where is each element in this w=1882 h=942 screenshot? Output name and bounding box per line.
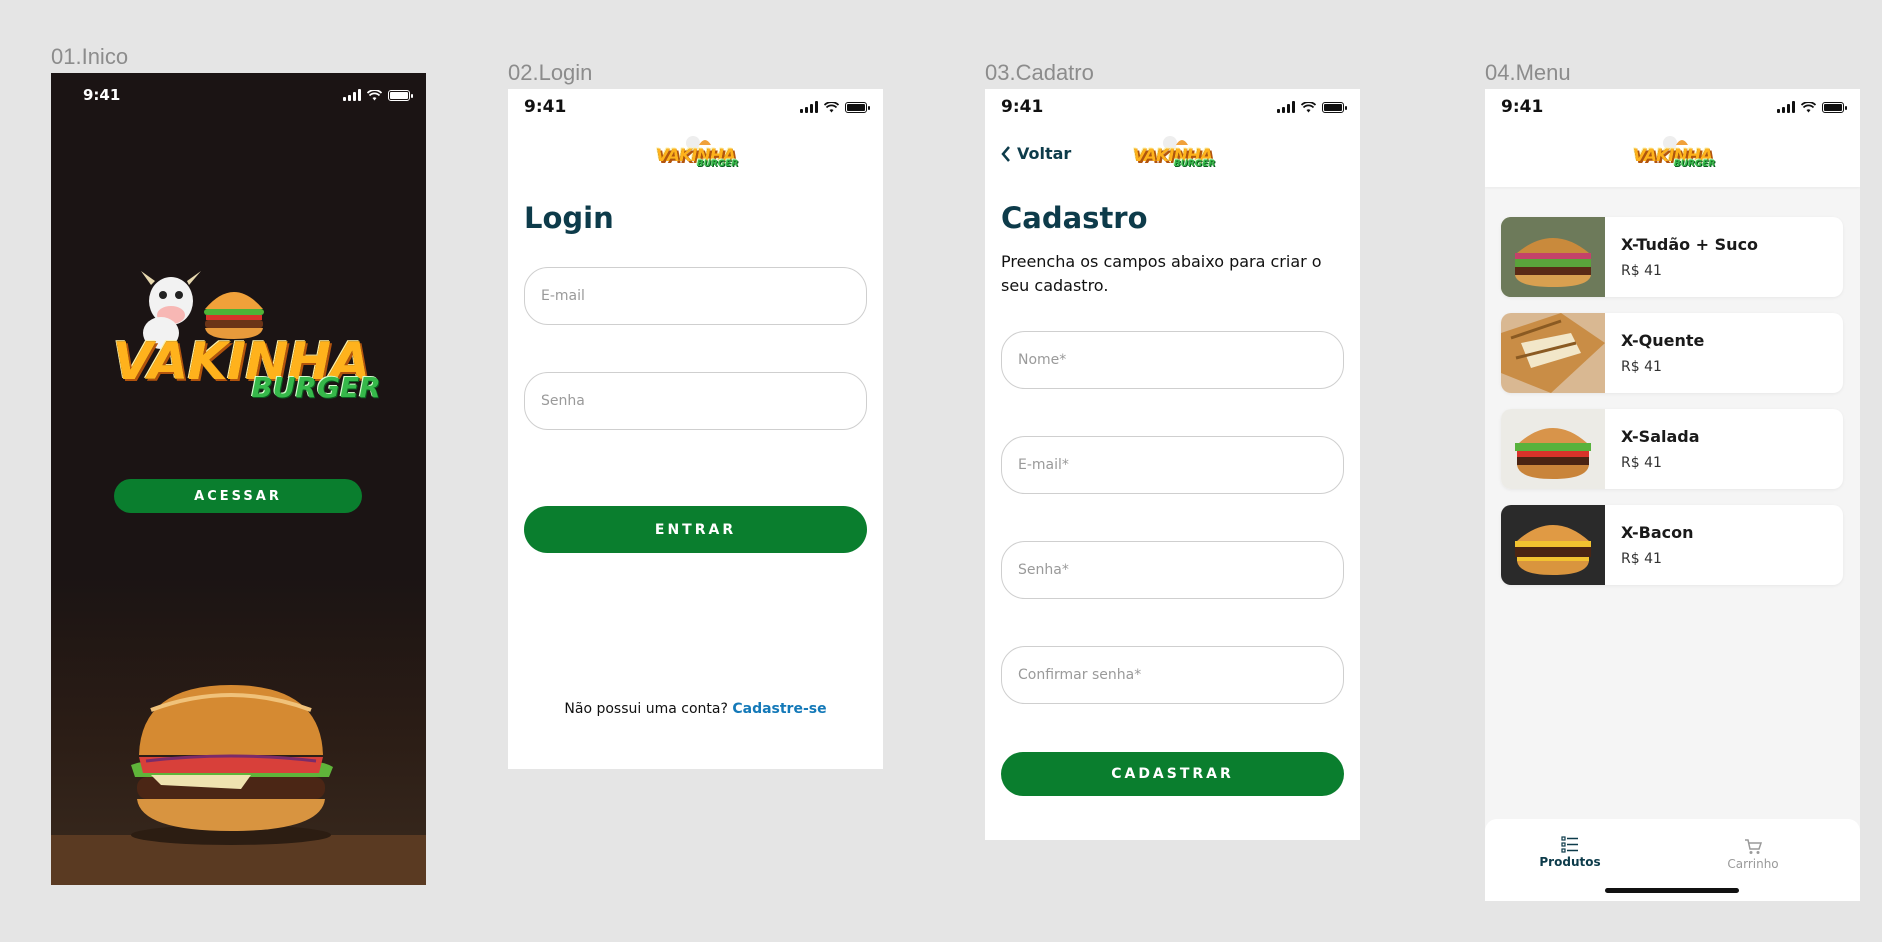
- chevron-left-icon: [1001, 145, 1010, 162]
- wifi-icon: [367, 89, 382, 100]
- register-screen: 9:41 Voltar VAKINHA BURGER Cadastro Pree…: [985, 89, 1360, 840]
- product-card[interactable]: X-Quente R$ 41: [1501, 313, 1843, 393]
- frame-label-login: 02.Login: [508, 60, 593, 85]
- email-field[interactable]: E-mail: [524, 267, 867, 325]
- splash-screen: 9:41 VAKINHA BURGER ACESSAR: [51, 73, 426, 885]
- cart-icon: [1745, 839, 1762, 854]
- signal-icon: [343, 89, 361, 101]
- status-time: 9:41: [524, 97, 567, 117]
- status-time: 9:41: [1001, 97, 1044, 117]
- brand-word-burger: BURGER: [251, 371, 381, 404]
- product-price: R$ 41: [1621, 455, 1662, 471]
- product-name: X-Tudão + Suco: [1621, 235, 1759, 254]
- product-card[interactable]: X-Bacon R$ 41: [1501, 505, 1843, 585]
- header-logo: VAKINHA BURGER: [1125, 133, 1220, 169]
- status-icons: [800, 101, 870, 113]
- login-button[interactable]: ENTRAR: [524, 506, 867, 553]
- tab-label: Produtos: [1539, 855, 1601, 869]
- wifi-icon: [1301, 101, 1316, 112]
- signal-icon: [1277, 101, 1295, 113]
- signal-icon: [1777, 101, 1795, 113]
- email-field[interactable]: E-mail*: [1001, 436, 1344, 494]
- signup-prompt: Não possui uma conta? Cadastre-se: [508, 701, 883, 717]
- status-icons: [1277, 101, 1347, 113]
- hero-burger-image: [51, 685, 426, 885]
- product-image: [1501, 217, 1605, 297]
- login-screen: 9:41 VAKINHA BURGER Login E-mail Senha E…: [508, 89, 883, 769]
- wifi-icon: [824, 101, 839, 112]
- list-icon: [1561, 836, 1578, 853]
- product-price: R$ 41: [1621, 359, 1662, 375]
- product-name: X-Bacon: [1621, 523, 1694, 542]
- battery-icon: [845, 101, 870, 113]
- page-title: Login: [524, 201, 614, 235]
- password-field[interactable]: Senha*: [1001, 541, 1344, 599]
- name-field[interactable]: Nome*: [1001, 331, 1344, 389]
- page-title: Cadastro: [1001, 201, 1148, 235]
- header-logo: VAKINHA BURGER: [1625, 133, 1720, 169]
- product-name: X-Salada: [1621, 427, 1700, 446]
- battery-icon: [388, 89, 413, 101]
- status-icons: [1777, 101, 1847, 113]
- tab-produtos[interactable]: Produtos: [1510, 831, 1630, 869]
- access-button[interactable]: ACESSAR: [114, 479, 362, 513]
- battery-icon: [1822, 101, 1847, 113]
- frame-label-cadastro: 03.Cadatro: [985, 60, 1094, 85]
- product-image: [1501, 505, 1605, 585]
- status-time: 9:41: [83, 86, 121, 104]
- product-image: [1501, 313, 1605, 393]
- subtitle-line-1: Preencha os campos abaixo para criar o: [1001, 252, 1322, 271]
- product-price: R$ 41: [1621, 551, 1662, 567]
- back-button[interactable]: Voltar: [1001, 144, 1071, 163]
- frame-label-menu: 04.Menu: [1485, 60, 1571, 85]
- battery-icon: [1322, 101, 1347, 113]
- signal-icon: [800, 101, 818, 113]
- password-field[interactable]: Senha: [524, 372, 867, 430]
- subtitle-line-2: seu cadastro.: [1001, 276, 1109, 295]
- status-bar: 9:41: [508, 89, 883, 125]
- tab-label: Carrinho: [1727, 857, 1779, 871]
- splash-logo: VAKINHA BURGER: [91, 263, 391, 423]
- brand-word-burger: BURGER: [696, 159, 739, 169]
- register-button[interactable]: CADASTRAR: [1001, 752, 1344, 796]
- tab-carrinho[interactable]: Carrinho: [1693, 833, 1813, 871]
- home-indicator: [1605, 888, 1739, 893]
- product-card[interactable]: X-Salada R$ 41: [1501, 409, 1843, 489]
- header-logo: VAKINHA BURGER: [648, 133, 743, 169]
- product-card[interactable]: X-Tudão + Suco R$ 41: [1501, 217, 1843, 297]
- status-icons: [343, 89, 413, 101]
- frame-label-inicio: 01.Inico: [51, 44, 129, 69]
- product-image: [1501, 409, 1605, 489]
- signup-prompt-text: Não possui uma conta?: [564, 701, 728, 717]
- menu-screen: 9:41 VAKINHA BURGER X-Tudão + Suco R$ 41…: [1485, 89, 1860, 901]
- tab-bar: Produtos Carrinho: [1485, 819, 1860, 901]
- wifi-icon: [1801, 101, 1816, 112]
- status-bar: 9:41: [985, 89, 1360, 125]
- page-subtitle: Preencha os campos abaixo para criar o s…: [1001, 250, 1322, 298]
- status-bar: 9:41: [1485, 89, 1860, 125]
- status-time: 9:41: [1501, 97, 1544, 117]
- brand-word-burger: BURGER: [1173, 159, 1216, 169]
- signup-link[interactable]: Cadastre-se: [732, 701, 826, 717]
- product-name: X-Quente: [1621, 331, 1705, 350]
- status-bar: 9:41: [51, 77, 426, 113]
- back-label: Voltar: [1017, 144, 1072, 163]
- brand-word-burger: BURGER: [1673, 159, 1716, 169]
- confirm-password-field[interactable]: Confirmar senha*: [1001, 646, 1344, 704]
- product-price: R$ 41: [1621, 263, 1662, 279]
